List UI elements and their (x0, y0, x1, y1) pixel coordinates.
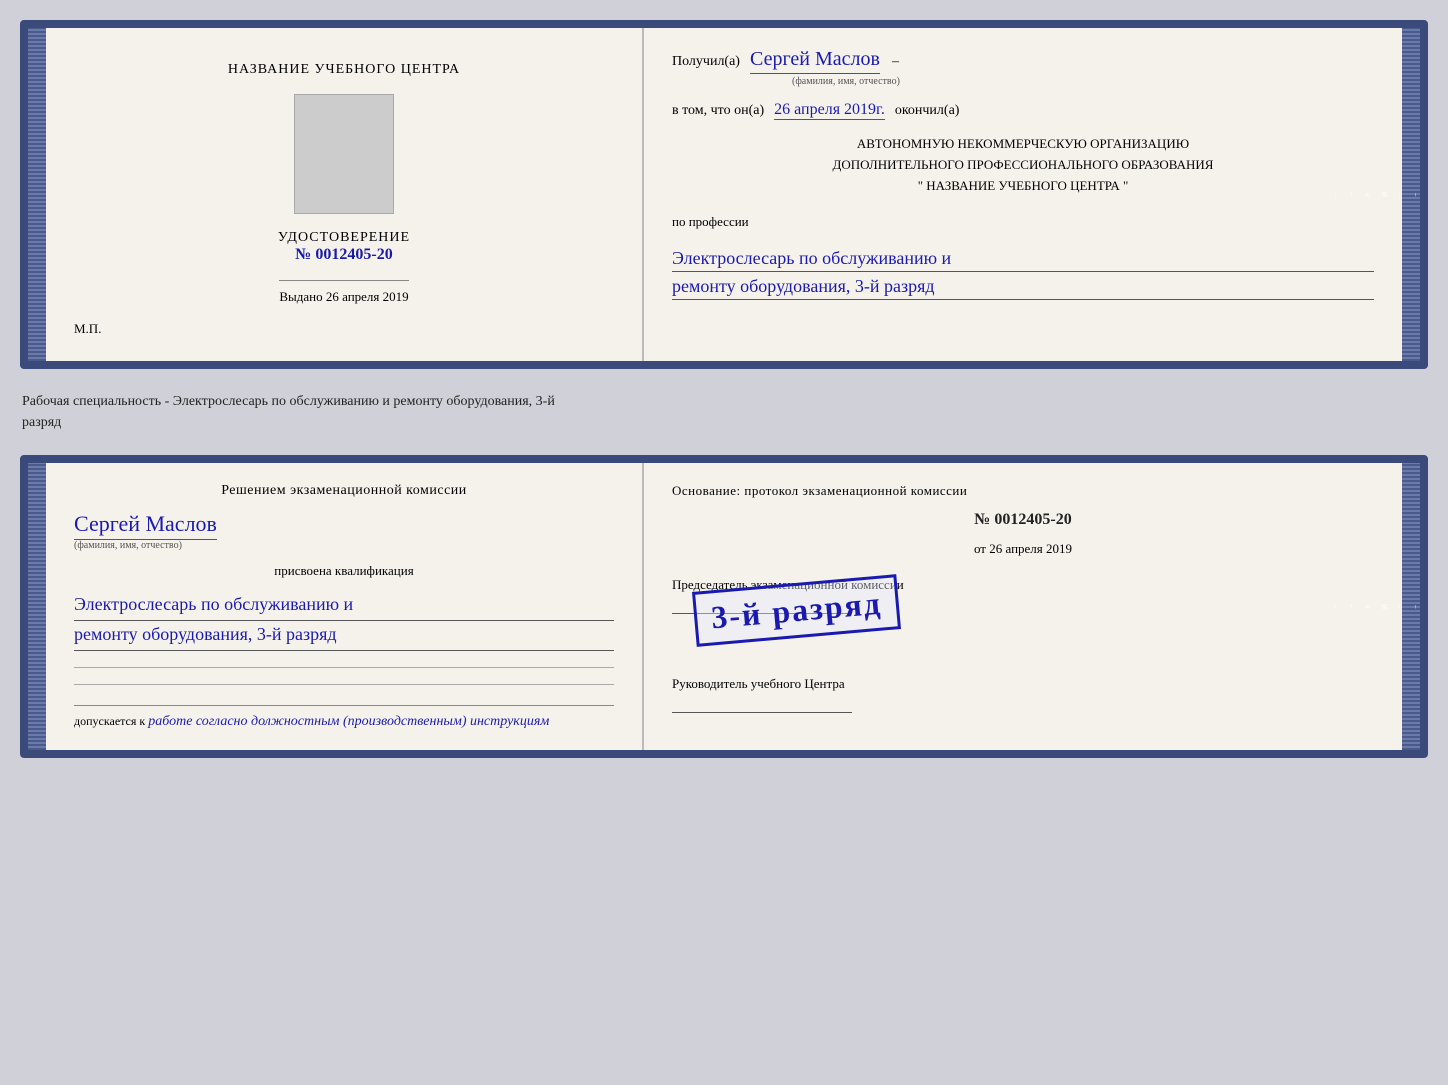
top-doc-left: НАЗВАНИЕ УЧЕБНОГО ЦЕНТРА УДОСТОВЕРЕНИЕ №… (46, 28, 644, 361)
spine-left (28, 28, 46, 361)
org-line2: ДОПОЛНИТЕЛЬНОГО ПРОФЕССИОНАЛЬНОГО ОБРАЗО… (672, 155, 1374, 176)
stamp-text: 3-й разряд (710, 585, 884, 637)
dopuskaetsya-block: допускается к работе согласно должностны… (74, 705, 614, 730)
profession-block: Электрослесарь по обслуживанию и ремонту… (672, 244, 1374, 300)
dopuskaetsya-label: допускается к (74, 714, 145, 728)
receiver-name: Сергей Маслов (750, 48, 880, 74)
vtom-label: в том, что он(а) (672, 103, 764, 119)
right-edge-top: – – И а ← – (1402, 28, 1420, 361)
udostoverenie-title: УДОСТОВЕРЕНИЕ (278, 230, 410, 246)
vydano-date: 26 апреля 2019 (326, 289, 409, 304)
between-line2: разряд (22, 412, 1426, 433)
spine-left-bottom (28, 463, 46, 750)
bottom-number: № 0012405-20 (672, 511, 1374, 529)
ot-line: от 26 апреля 2019 (672, 541, 1374, 557)
po-professii-label: по профессии (672, 214, 749, 229)
between-line1: Рабочая специальность - Электрослесарь п… (22, 391, 1426, 412)
bottom-doc-left: Решением экзаменационной комиссии Сергей… (46, 463, 644, 750)
okonchil-label: окончил(а) (895, 103, 960, 119)
po-professii: по профессии (672, 214, 1374, 230)
dash1: – (892, 54, 899, 70)
poluchil-label: Получил(а) (672, 54, 740, 70)
qualification-line2: ремонту оборудования, 3-й разряд (74, 621, 614, 651)
resheniem-title: Решением экзаменационной комиссии (74, 483, 614, 499)
rukovoditel-signature-line (672, 712, 852, 713)
dopuskaetsya-cursive: работе согласно должностным (производств… (148, 714, 549, 729)
bottom-document: Решением экзаменационной комиссии Сергей… (20, 455, 1428, 758)
vtom-date: 26 апреля 2019г. (774, 101, 885, 120)
profession-line1: Электрослесарь по обслуживанию и (672, 248, 1374, 272)
rukovoditel-block: Руководитель учебного Центра (672, 676, 1374, 713)
bottom-doc-right: Основание: протокол экзаменационной коми… (644, 463, 1402, 750)
ot-date: 26 апреля 2019 (989, 541, 1072, 556)
top-doc-right: Получил(а) Сергей Маслов – (фамилия, имя… (644, 28, 1402, 361)
prisvoena-text: присвоена квалификация (74, 563, 614, 579)
vtom-row: в том, что он(а) 26 апреля 2019г. окончи… (672, 101, 1374, 120)
top-left-title: НАЗВАНИЕ УЧЕБНОГО ЦЕНТРА (228, 62, 460, 78)
right-edge-bottom: – – И а ← – (1402, 463, 1420, 750)
top-document: НАЗВАНИЕ УЧЕБНОГО ЦЕНТРА УДОСТОВЕРЕНИЕ №… (20, 20, 1428, 369)
fio-label-top: (фамилия, имя, отчество) (792, 76, 1374, 87)
between-text: Рабочая специальность - Электрослесарь п… (20, 387, 1428, 437)
mp-line: М.П. (74, 321, 101, 337)
ot-label: от (974, 541, 986, 556)
org-line1: АВТОНОМНУЮ НЕКОММЕРЧЕСКУЮ ОРГАНИЗАЦИЮ (672, 134, 1374, 155)
receiver-row: Получил(а) Сергей Маслов – (672, 48, 1374, 74)
udostoverenie-block: УДОСТОВЕРЕНИЕ № 0012405-20 (278, 230, 410, 264)
profession-line2: ремонту оборудования, 3-й разряд (672, 276, 1374, 300)
bottom-fio-label: (фамилия, имя, отчество) (74, 540, 614, 551)
bottom-person-block: Сергей Маслов (фамилия, имя, отчество) (74, 511, 614, 551)
vydano-line: Выдано 26 апреля 2019 (279, 280, 408, 305)
bottom-person-name: Сергей Маслов (74, 511, 217, 540)
bottom-qualification-block: Электрослесарь по обслуживанию и ремонту… (74, 591, 614, 651)
org-block: АВТОНОМНУЮ НЕКОММЕРЧЕСКУЮ ОРГАНИЗАЦИЮ ДО… (672, 134, 1374, 196)
osnovanie-text: Основание: протокол экзаменационной коми… (672, 483, 1374, 499)
page-container: НАЗВАНИЕ УЧЕБНОГО ЦЕНТРА УДОСТОВЕРЕНИЕ №… (20, 20, 1428, 758)
udostoverenie-number: № 0012405-20 (278, 246, 410, 264)
vydano-label: Выдано (279, 289, 322, 304)
photo-placeholder (294, 94, 394, 214)
qualification-line1: Электрослесарь по обслуживанию и (74, 591, 614, 621)
rukovoditel-label: Руководитель учебного Центра (672, 676, 1374, 692)
org-line3: " НАЗВАНИЕ УЧЕБНОГО ЦЕНТРА " (672, 176, 1374, 197)
